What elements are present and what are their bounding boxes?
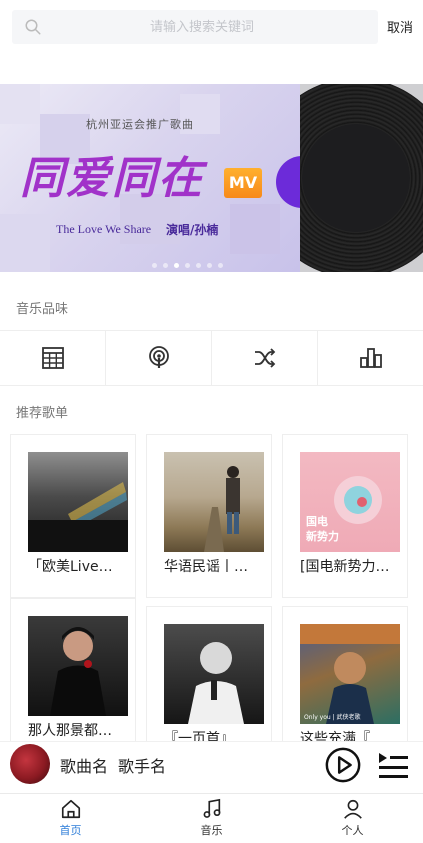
playlist-title: 『一页首』: [164, 731, 234, 742]
search-bar: 取消: [0, 0, 423, 54]
man-mic-art: [188, 642, 244, 724]
podcast-button[interactable]: [106, 331, 212, 385]
cover-caption: 国电 新势力: [306, 515, 339, 543]
playlist-title: 华语民谣丨…: [164, 559, 248, 575]
playlist-title: 这些充满『…: [300, 731, 384, 742]
playlist-card[interactable]: 「欧美Live…: [10, 434, 136, 598]
banner-dot[interactable]: [218, 263, 223, 268]
banner-dot[interactable]: [207, 263, 212, 268]
concert-crowd-art: [28, 482, 128, 552]
search-icon: [25, 19, 41, 35]
banner-dot[interactable]: [152, 263, 157, 268]
playlist-card[interactable]: 国电 新势力 [国电新势力…: [282, 434, 408, 598]
search-input[interactable]: [52, 10, 352, 44]
play-icon[interactable]: [324, 746, 362, 784]
playlist-title: [国电新势力…: [300, 559, 390, 575]
player-song-name: 歌曲名: [60, 757, 109, 776]
banner-pagination: [152, 263, 223, 268]
colorful-portrait-cover: Only you | 武侠老歌: [300, 624, 400, 724]
music-note-icon: [203, 798, 220, 818]
man-rose-cover: [28, 616, 128, 716]
quick-icon-grid: [0, 330, 423, 386]
home-icon: [61, 799, 80, 819]
player-singer-name: 歌手名: [118, 757, 167, 776]
playlist-grid: 「欧美Live… 华语民谣丨… 国电 新势力 [国电新势力… 那人那景都… 『一…: [0, 432, 423, 742]
banner-dot[interactable]: [174, 263, 179, 268]
podcast-icon: [148, 346, 169, 368]
shuffle-icon: [254, 348, 275, 368]
playlist-queue-icon[interactable]: [376, 748, 410, 782]
search-box[interactable]: [12, 10, 378, 44]
banner-title: 同爱同在: [20, 153, 204, 204]
guitar-road-art: [204, 466, 240, 552]
mini-player[interactable]: 歌曲名 歌手名: [0, 741, 423, 789]
man-rose-art: [50, 627, 106, 716]
playlist-card[interactable]: 华语民谣丨…: [146, 434, 272, 598]
pink-record-cover: 国电 新势力: [300, 452, 400, 552]
calendar-grid-icon: [41, 347, 64, 369]
cancel-button[interactable]: 取消: [387, 17, 413, 36]
man-mic-cover: [164, 624, 264, 724]
concert-crowd-cover: [28, 452, 128, 552]
banner-dot[interactable]: [196, 263, 201, 268]
banner-english-title: The Love We Share: [56, 222, 152, 236]
vinyl-record-image: [300, 84, 423, 272]
banner-dot[interactable]: [185, 263, 190, 268]
calendar-button[interactable]: [0, 331, 106, 385]
tab-label: 个人: [341, 824, 364, 837]
person-icon: [343, 799, 362, 819]
chart-button[interactable]: [318, 331, 423, 385]
tab-profile[interactable]: 个人: [282, 794, 423, 843]
mv-badge: MV: [224, 168, 262, 198]
section-title-music-taste: 音乐品味: [16, 302, 69, 317]
playlist-title: 那人那景都…: [28, 723, 112, 739]
bottom-tab-bar: 首页 音乐 个人: [0, 793, 423, 843]
tab-label: 音乐: [200, 824, 223, 837]
tab-label: 首页: [59, 824, 82, 837]
playlist-card[interactable]: Only you | 武侠老歌 这些充满『…: [282, 606, 408, 742]
cover-caption: Only you | 武侠老歌: [304, 714, 361, 721]
banner-dot[interactable]: [163, 263, 168, 268]
shuffle-button[interactable]: [212, 331, 318, 385]
playlist-card[interactable]: 『一页首』: [146, 606, 272, 742]
tab-music[interactable]: 音乐: [141, 794, 282, 843]
vinyl-disc: [300, 84, 423, 272]
vinyl-label: [302, 124, 410, 232]
banner-subtitle: 杭州亚运会推广歌曲: [86, 118, 194, 131]
section-title-recommended: 推荐歌单: [16, 406, 69, 421]
chart-bars-icon: [359, 348, 382, 368]
banner-artwork: 杭州亚运会推广歌曲 同爱同在 MV The Love We Share 演唱/孙…: [0, 84, 300, 272]
album-art: [10, 744, 50, 784]
banner-singer: 演唱/孙楠: [166, 223, 219, 237]
playlist-card[interactable]: 那人那景都…: [10, 598, 136, 742]
playlist-title: 「欧美Live…: [28, 559, 113, 575]
banner-carousel[interactable]: 杭州亚运会推广歌曲 同爱同在 MV The Love We Share 演唱/孙…: [0, 84, 423, 272]
colorful-portrait-art: [300, 624, 400, 724]
tab-home[interactable]: 首页: [0, 794, 141, 843]
guitar-road-cover: [164, 452, 264, 552]
